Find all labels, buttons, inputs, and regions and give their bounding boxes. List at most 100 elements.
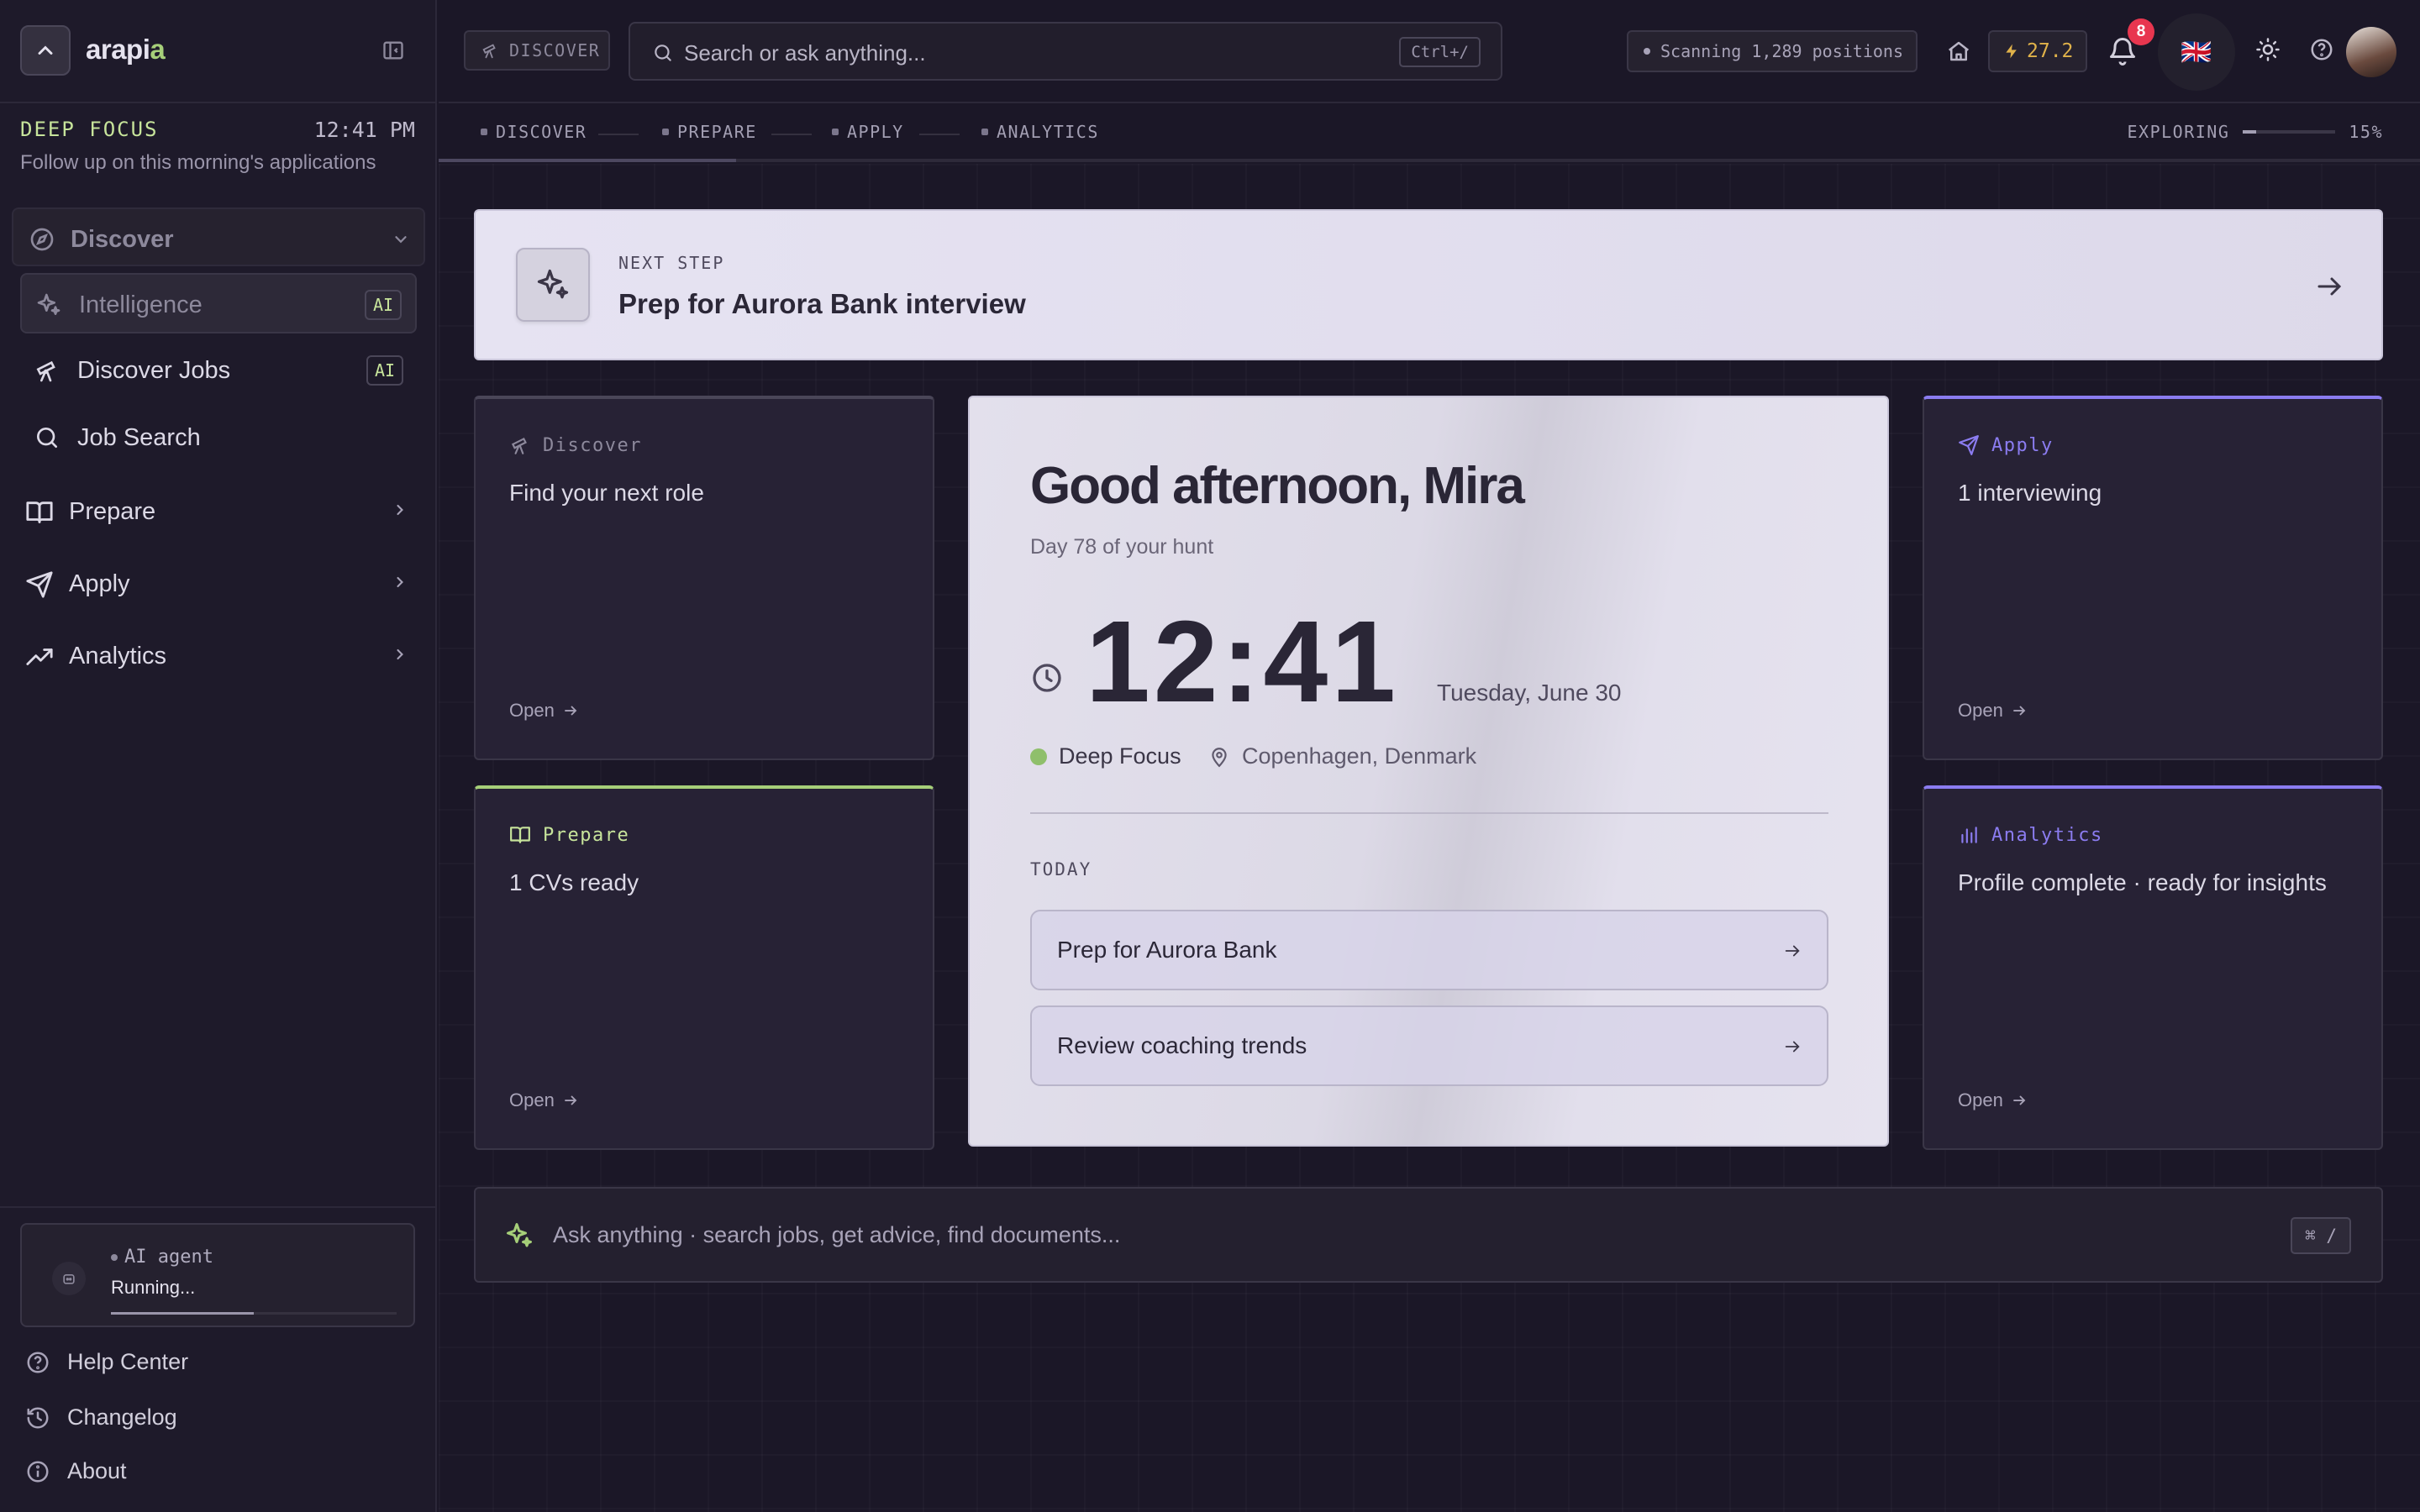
brand-logo: arapia [86, 34, 166, 65]
ask-placeholder: Ask anything · search jobs, get advice, … [553, 1222, 1121, 1247]
nav-group-label: Discover [71, 226, 174, 253]
sidebar-item-discover-jobs[interactable]: Discover Jobs AI [20, 340, 417, 401]
card-body: Find your next role [509, 480, 704, 506]
location: Copenhagen, Denmark [1208, 743, 1476, 769]
prepare-card[interactable]: Prepare 1 CVs ready Open [474, 785, 934, 1150]
apply-card[interactable]: Apply 1 interviewing Open [1923, 396, 2383, 760]
home-logo-button[interactable] [20, 25, 71, 76]
step-connector [771, 134, 812, 135]
sidebar-footer: AI agent Running... Help Center Changelo… [0, 1206, 437, 1512]
arrow-right-icon [2317, 277, 2342, 296]
card-body: 1 interviewing [1958, 480, 2102, 506]
step-apply[interactable]: APPLY [832, 122, 904, 142]
ai-agent-progress [111, 1312, 397, 1315]
sidebar-item-job-search[interactable]: Job Search [20, 407, 417, 468]
book-open-icon [510, 827, 530, 843]
sidebar-item-apply[interactable]: Apply [12, 552, 425, 612]
chevron-down-icon [395, 236, 407, 244]
status-dot [1644, 48, 1650, 55]
sidebar-item-prepare[interactable]: Prepare [12, 480, 425, 540]
next-step-banner[interactable]: NEXT STEP Prep for Aurora Bank interview [474, 209, 2383, 360]
sidebar-item-intelligence[interactable]: Intelligence AI [20, 273, 417, 333]
help-center-link[interactable]: Help Center [25, 1349, 188, 1375]
bar-chart-icon [1961, 827, 1977, 843]
uk-flag-icon: 🇬🇧 [2181, 38, 2212, 66]
sidebar-item-analytics[interactable]: Analytics [12, 624, 425, 685]
discover-card[interactable]: Discover Find your next role Open [474, 396, 934, 760]
changelog-link[interactable]: Changelog [25, 1404, 177, 1431]
ai-agent-status[interactable]: AI agent Running... [20, 1223, 415, 1327]
ai-badge: AI [365, 290, 402, 320]
ask-shortcut: ⌘ / [2291, 1217, 2351, 1254]
chevron-right-icon [397, 576, 403, 588]
arrow-right-icon [564, 706, 577, 716]
focus-time: 12:41 PM [313, 118, 415, 142]
step-discover[interactable]: DISCOVER [481, 122, 587, 142]
card-open-link[interactable]: Open [509, 700, 578, 722]
card-body: 1 CVs ready [509, 869, 639, 895]
language-flag-button[interactable]: 🇬🇧 [2158, 13, 2235, 91]
focus-banner: DEEP FOCUS 12:41 PM Follow up on this mo… [20, 118, 415, 175]
progress-stepper: DISCOVER PREPARE APPLY ANALYTICS EXPLORI… [439, 105, 2420, 162]
user-avatar[interactable] [2346, 27, 2396, 77]
search-input[interactable]: Search or ask anything... Ctrl+/ [629, 22, 1502, 81]
card-tag: Prepare [509, 824, 629, 846]
trending-up-icon [26, 648, 53, 665]
sparkles-icon [507, 1223, 532, 1247]
sidebar-collapse-icon[interactable] [381, 39, 405, 62]
ai-badge: AI [366, 355, 403, 386]
notification-count-badge: 8 [2128, 18, 2154, 45]
clock-date: Tuesday, June 30 [1437, 680, 1622, 706]
home-icon[interactable] [1946, 39, 1971, 64]
info-icon [27, 1461, 49, 1482]
ask-input[interactable]: Ask anything · search jobs, get advice, … [474, 1187, 2383, 1283]
sidebar-item-label: Analytics [69, 643, 167, 669]
next-step-kicker: NEXT STEP [618, 253, 725, 273]
card-open-link[interactable]: Open [1958, 700, 2027, 722]
sidebar-item-label: Job Search [77, 424, 201, 451]
history-icon [27, 1406, 49, 1428]
score-badge[interactable]: 27.2 [1988, 30, 2087, 72]
card-tag: Discover [509, 434, 642, 456]
card-tag: Apply [1958, 434, 2054, 456]
help-circle-icon [27, 1352, 49, 1373]
nav-group-discover[interactable]: Discover [12, 207, 425, 266]
sidebar-item-label: Apply [69, 570, 130, 597]
card-open-link[interactable]: Open [1958, 1089, 2027, 1111]
telescope-icon [36, 360, 55, 382]
arrow-right-icon [1785, 945, 1800, 957]
arrow-right-icon [2012, 706, 2026, 716]
greeting-title: Good afternoon, Mira [1030, 457, 1525, 515]
step-prepare[interactable]: PREPARE [662, 122, 757, 142]
search-shortcut: Ctrl+/ [1399, 37, 1481, 67]
scan-status: Scanning 1,289 positions [1627, 30, 1918, 72]
analytics-card[interactable]: Analytics Profile complete · ready for i… [1923, 785, 2383, 1150]
search-placeholder: Search or ask anything... [684, 40, 926, 66]
today-task[interactable]: Prep for Aurora Bank [1030, 910, 1828, 990]
clock-time: 12:41 [1086, 597, 1399, 727]
send-icon [1959, 435, 1979, 455]
card-open-link[interactable]: Open [509, 1089, 578, 1111]
hunt-day: Day 78 of your hunt [1030, 535, 1214, 559]
sidebar-header: arapia [0, 0, 435, 103]
focus-status: Deep Focus [1030, 743, 1181, 769]
today-task[interactable]: Review coaching trends [1030, 1005, 1828, 1086]
telescope-icon [511, 437, 527, 454]
step-analytics[interactable]: ANALYTICS [981, 122, 1099, 142]
sun-icon[interactable] [2255, 37, 2281, 62]
search-icon [655, 45, 671, 61]
bot-icon [52, 1262, 86, 1295]
sidebar-item-label: Intelligence [79, 291, 203, 318]
map-pin-icon [1212, 747, 1227, 767]
sidebar-item-label: Prepare [69, 498, 156, 525]
help-icon[interactable] [2309, 37, 2334, 62]
sidebar-item-label: Discover Jobs [77, 357, 231, 384]
arrow-right-icon [564, 1095, 577, 1105]
clock-icon [1033, 664, 1061, 692]
book-open-icon [26, 501, 53, 523]
about-link[interactable]: About [25, 1458, 127, 1484]
discover-chip[interactable]: DISCOVER [464, 30, 610, 71]
chevron-right-icon [397, 504, 403, 516]
top-bar: DISCOVER Search or ask anything... Ctrl+… [439, 0, 2420, 103]
arrow-right-icon [1785, 1041, 1800, 1053]
